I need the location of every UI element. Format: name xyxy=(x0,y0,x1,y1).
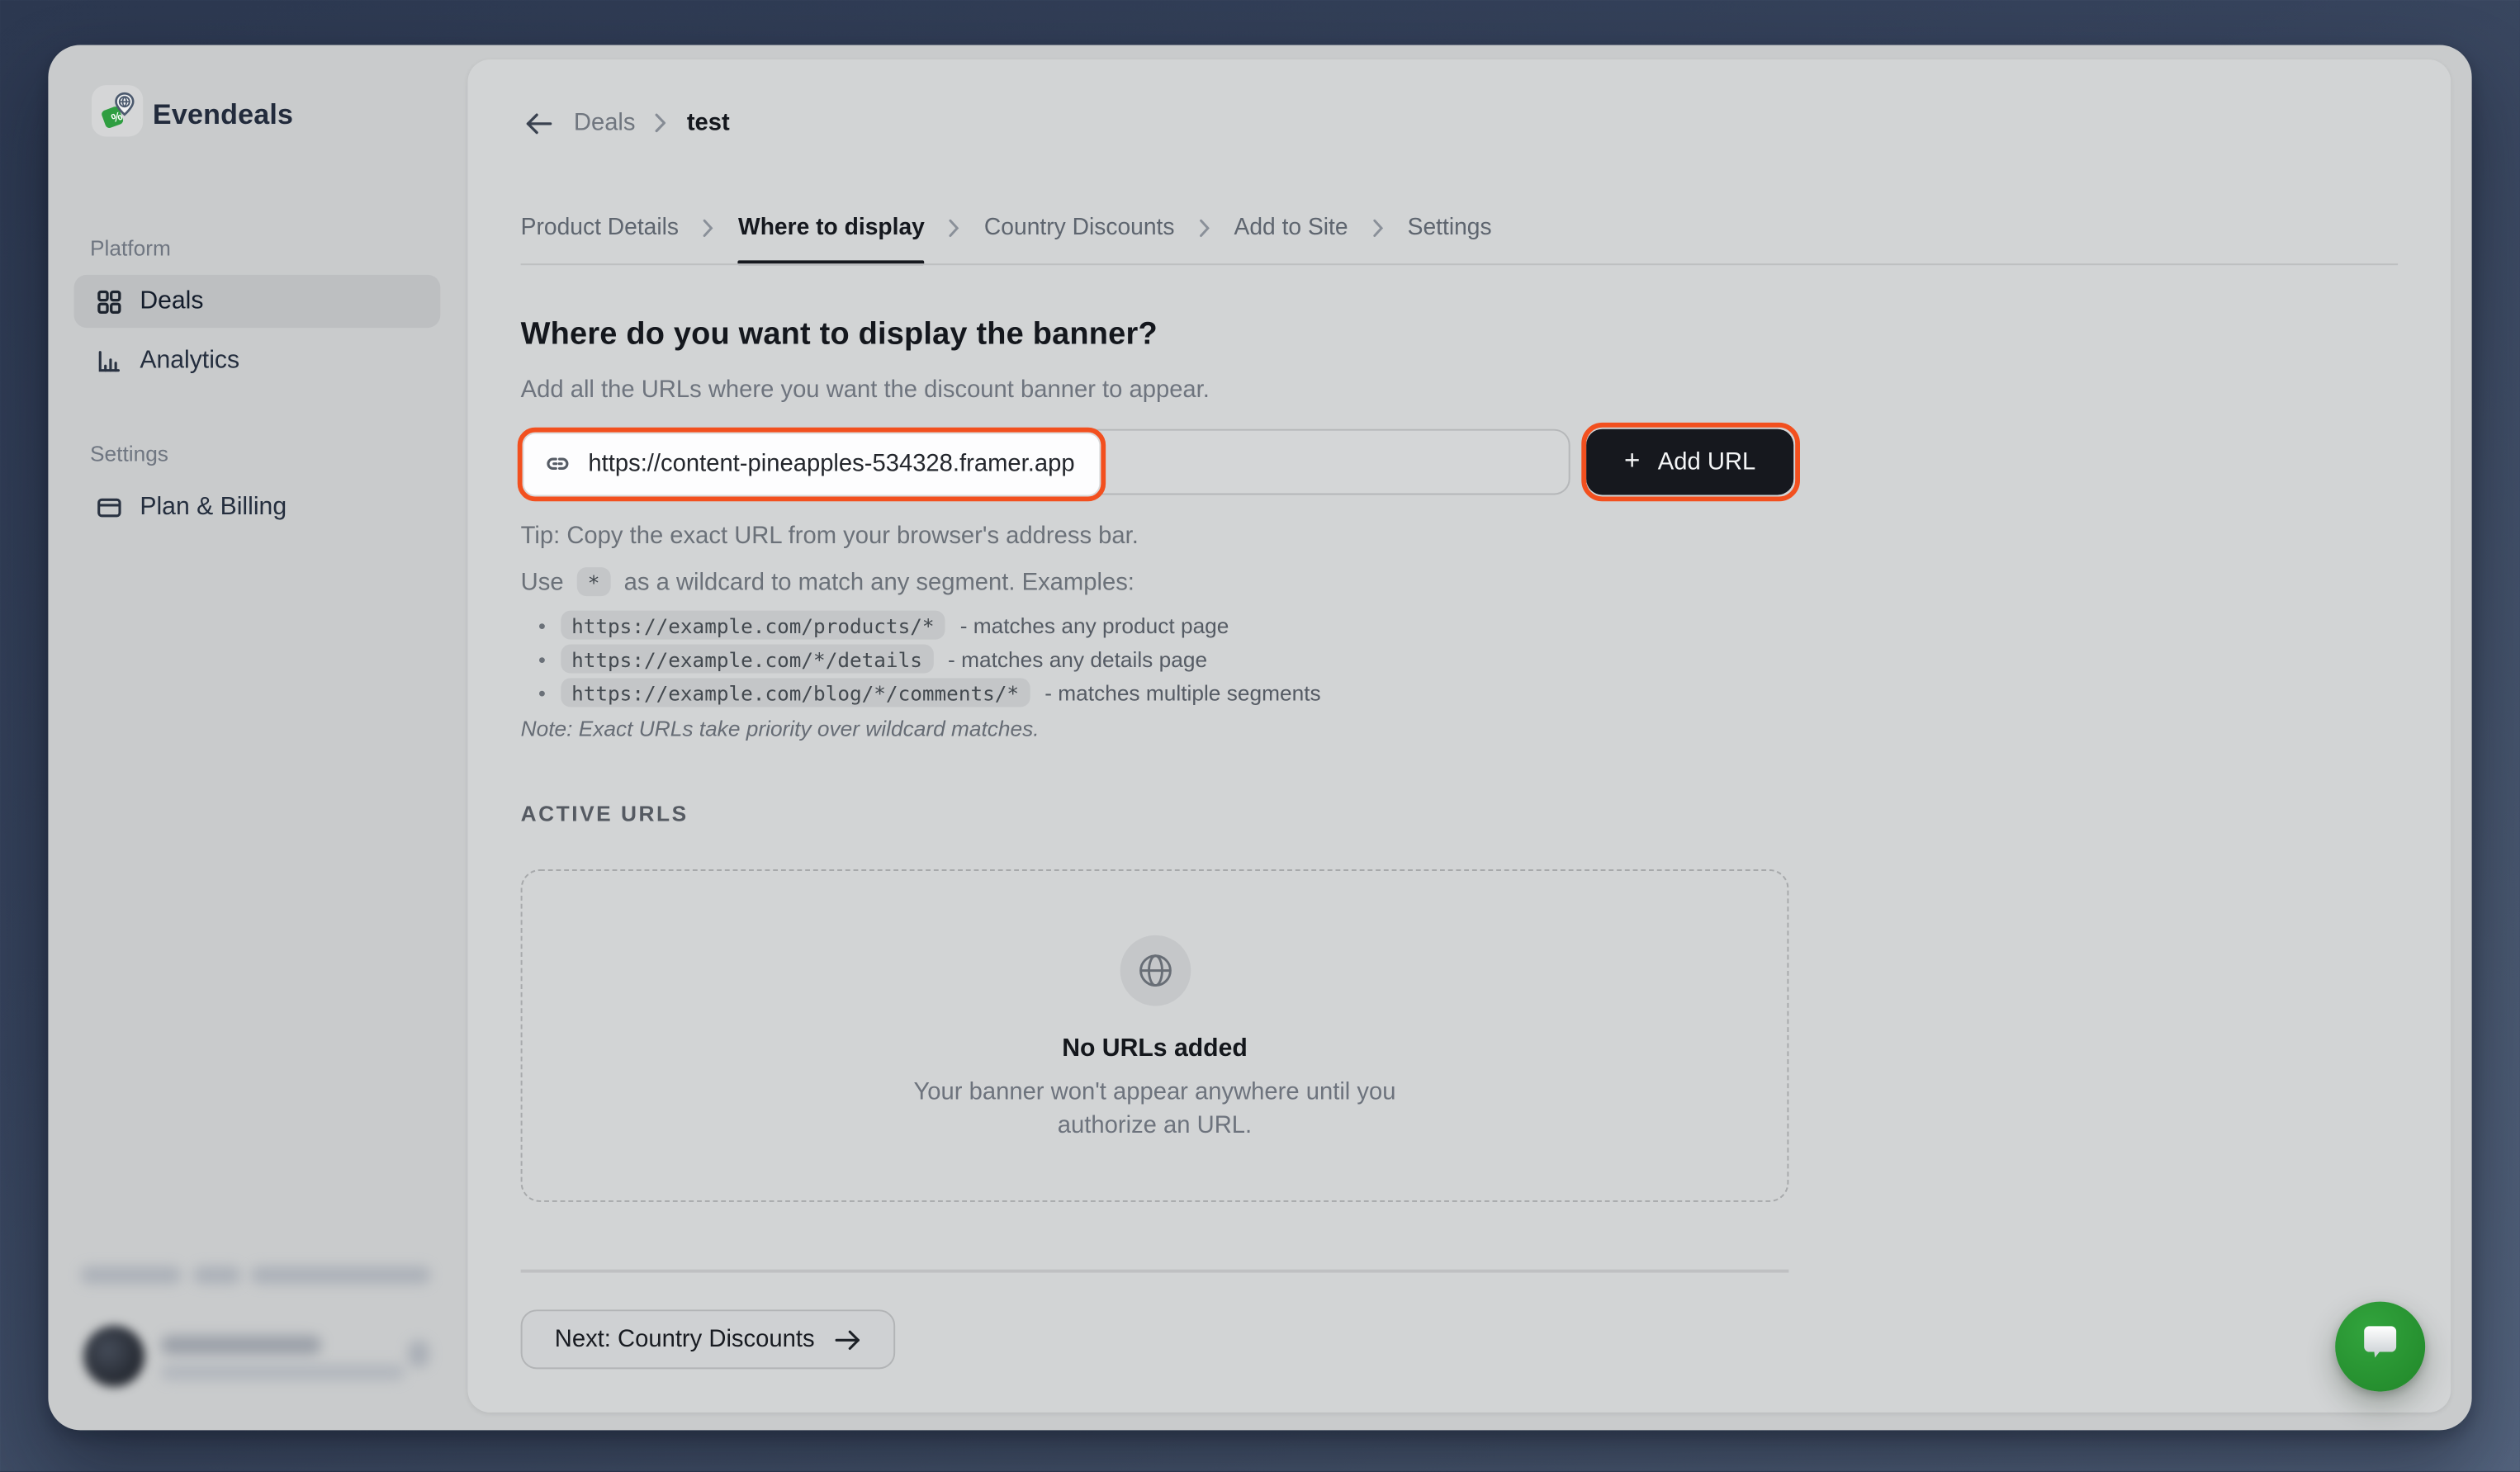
redacted-chevron-icon xyxy=(408,1340,429,1367)
chevron-right-icon xyxy=(703,219,714,238)
tab-add-to-site[interactable]: Add to Site xyxy=(1234,215,1348,241)
highlight-annotation-url-input: https://content-pineapples-534328.framer… xyxy=(518,427,1106,501)
breadcrumb-current: test xyxy=(687,109,730,136)
app-window: % Evendeals Platform xyxy=(48,45,2471,1431)
example-code: https://example.com/*/details xyxy=(560,645,933,674)
credit-card-icon xyxy=(97,495,122,520)
example-code: https://example.com/products/* xyxy=(560,611,945,640)
redacted-text xyxy=(193,1266,241,1284)
active-urls-empty-state: No URLs added Your banner won't appear a… xyxy=(521,869,1789,1202)
active-urls-header: ACTIVE URLS xyxy=(521,802,689,826)
sidebar-section-settings: Settings xyxy=(90,442,168,466)
wildcard-pre: Use xyxy=(521,568,564,595)
app-title: Evendeals xyxy=(153,98,293,132)
tabs-divider xyxy=(521,263,2398,264)
arrow-right-icon xyxy=(834,1328,861,1351)
sidebar-section-platform: Platform xyxy=(90,236,171,260)
back-arrow-icon[interactable] xyxy=(524,110,555,135)
bar-chart-icon xyxy=(97,348,122,373)
example-desc: - matches multiple segments xyxy=(1044,680,1320,704)
empty-body-line2: authorize an URL. xyxy=(1058,1112,1252,1139)
sidebar: % Evendeals Platform xyxy=(48,45,467,1431)
sidebar-item-label: Analytics xyxy=(140,346,239,375)
step-tabs: Product Details Where to display Country… xyxy=(521,215,1492,241)
tab-settings[interactable]: Settings xyxy=(1408,215,1492,241)
breadcrumb-parent[interactable]: Deals xyxy=(574,109,636,136)
link-icon xyxy=(543,449,572,478)
tab-where-to-display[interactable]: Where to display xyxy=(738,215,925,241)
main-panel: Deals test Product Details Where to disp… xyxy=(467,59,2451,1413)
page-title: Where do you want to display the banner? xyxy=(521,316,1158,353)
breadcrumb: Deals test xyxy=(524,109,730,136)
note-text: Note: Exact URLs take priority over wild… xyxy=(521,717,1040,741)
sidebar-item-label: Plan & Billing xyxy=(140,493,287,522)
wildcard-example: • https://example.com/blog/*/comments/* … xyxy=(538,678,1321,707)
empty-state-title: No URLs added xyxy=(1062,1035,1248,1064)
add-url-button-wrap: + Add URL xyxy=(1586,429,1793,495)
wildcard-post: as a wildcard to match any segment. Exam… xyxy=(624,568,1134,595)
redacted-user-email xyxy=(161,1365,405,1380)
redacted-user-name xyxy=(161,1335,322,1354)
sidebar-item-label: Deals xyxy=(140,286,203,315)
example-desc: - matches any product page xyxy=(960,613,1229,637)
redacted-text xyxy=(251,1266,431,1284)
chevron-right-icon xyxy=(1199,219,1210,238)
wildcard-intro: Use * as a wildcard to match any segment… xyxy=(521,567,1134,596)
tip-text: Tip: Copy the exact URL from your browse… xyxy=(521,523,1139,550)
bullet: • xyxy=(538,646,546,670)
wildcard-code: * xyxy=(576,567,611,596)
section-divider xyxy=(521,1270,1789,1272)
chevron-right-icon xyxy=(949,219,960,238)
sidebar-item-plan-billing[interactable]: Plan & Billing xyxy=(74,480,441,533)
wildcard-example: • https://example.com/products/* - match… xyxy=(538,611,1229,640)
wildcard-example: • https://example.com/*/details - matche… xyxy=(538,645,1207,674)
empty-state-body: Your banner won't appear anywhere until … xyxy=(914,1075,1396,1143)
url-input[interactable]: https://content-pineapples-534328.framer… xyxy=(521,429,1570,495)
bullet: • xyxy=(538,613,546,637)
empty-body-line1: Your banner won't appear anywhere until … xyxy=(914,1078,1396,1105)
add-url-button-label: Add URL xyxy=(1658,448,1755,476)
chat-widget-button[interactable] xyxy=(2335,1302,2425,1392)
page-subtitle: Add all the URLs where you want the disc… xyxy=(521,376,1210,403)
screen: % Evendeals Platform xyxy=(0,0,2520,1472)
globe-icon xyxy=(1134,949,1176,992)
app-logo-icon: % xyxy=(92,85,143,136)
bullet: • xyxy=(538,680,546,704)
chevron-right-icon xyxy=(1372,219,1384,238)
add-url-button[interactable]: + Add URL xyxy=(1586,429,1793,495)
avatar xyxy=(83,1326,144,1387)
grid-icon xyxy=(97,288,122,314)
chat-bubble-icon xyxy=(2356,1324,2404,1370)
tab-product-details[interactable]: Product Details xyxy=(521,215,679,241)
next-country-discounts-button[interactable]: Next: Country Discounts xyxy=(521,1309,896,1369)
next-button-label: Next: Country Discounts xyxy=(555,1326,815,1353)
tab-country-discounts[interactable]: Country Discounts xyxy=(984,215,1175,241)
globe-icon-circle xyxy=(1120,935,1191,1006)
chevron-right-icon xyxy=(655,112,668,133)
sidebar-item-analytics[interactable]: Analytics xyxy=(74,334,441,387)
sidebar-item-deals[interactable]: Deals xyxy=(74,275,441,328)
redacted-text xyxy=(80,1266,182,1284)
url-input-value: https://content-pineapples-534328.framer… xyxy=(588,450,1074,477)
example-desc: - matches any details page xyxy=(948,646,1207,670)
plus-icon: + xyxy=(1624,445,1640,477)
example-code: https://example.com/blog/*/comments/* xyxy=(560,678,1030,707)
